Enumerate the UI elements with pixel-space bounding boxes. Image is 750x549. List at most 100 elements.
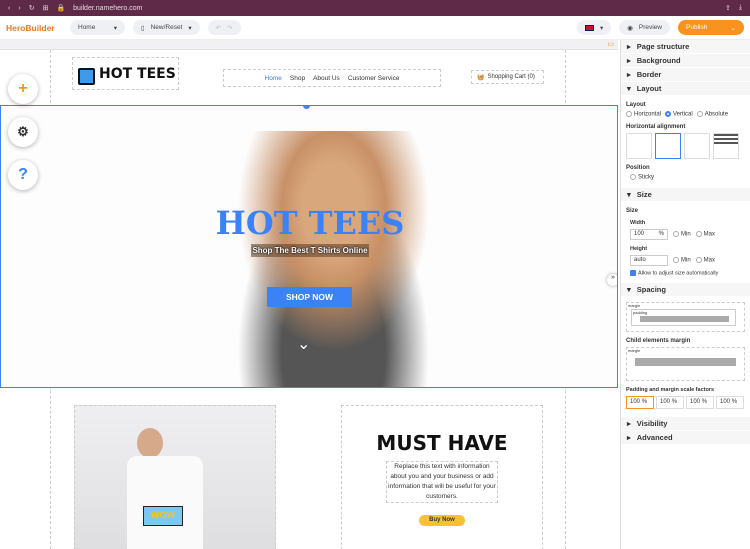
chevron-down-icon: ▾ bbox=[113, 24, 117, 32]
resize-handle[interactable] bbox=[303, 106, 310, 109]
url[interactable]: builder.namehero.com bbox=[73, 5, 142, 12]
section-spacing[interactable]: ▾ Spacing bbox=[621, 282, 750, 297]
download-icon[interactable]: ⤓ bbox=[739, 4, 742, 12]
halign-stretch[interactable] bbox=[713, 132, 739, 159]
share-icon[interactable]: ⇪ bbox=[725, 4, 731, 12]
position-label: Position bbox=[626, 164, 650, 171]
height-min[interactable]: Min bbox=[673, 257, 691, 264]
model-head bbox=[137, 428, 163, 458]
scale-tablet[interactable]: 100 % bbox=[686, 395, 714, 409]
settings-button[interactable]: ⚙ bbox=[8, 117, 38, 147]
section-background[interactable]: ▸ Background bbox=[621, 54, 750, 68]
halign-left[interactable] bbox=[626, 132, 652, 159]
section-label: Advanced bbox=[636, 432, 673, 442]
publish-label: Publish bbox=[686, 24, 708, 31]
section-page-structure[interactable]: ▸ Page structure bbox=[621, 40, 750, 54]
width-input[interactable]: 100% bbox=[630, 229, 668, 241]
feature-box: MUST HAVE Replace this text with informa… bbox=[341, 405, 543, 549]
page-canvas[interactable]: HOT TEES Home Shop About Us Customer Ser… bbox=[0, 50, 618, 549]
publish-button[interactable]: Publish ⌄ bbox=[678, 20, 744, 35]
question-icon: ? bbox=[18, 166, 28, 183]
hero-title: HOT TEES bbox=[215, 204, 405, 242]
child-margin-box[interactable]: margin bbox=[626, 346, 745, 381]
section-visibility[interactable]: ▸ Visibility bbox=[621, 416, 750, 431]
undo-icon[interactable]: ↶ bbox=[216, 24, 221, 32]
auto-adjust-checkbox[interactable]: Allow to adjust size automatically bbox=[621, 270, 750, 277]
properties-panel: ▸ Page structure ▸ Background ▸ Border ▾… bbox=[620, 40, 750, 549]
new-reset-label: New/Reset bbox=[150, 24, 183, 31]
page-select-value: Home bbox=[78, 24, 96, 31]
preview-button[interactable]: ◉ Preview bbox=[619, 20, 670, 35]
back-icon[interactable]: ‹ bbox=[8, 5, 10, 12]
language-select[interactable]: ▾ bbox=[576, 20, 612, 35]
undo-redo[interactable]: ↶ ↷ bbox=[207, 20, 241, 35]
section-label: Spacing bbox=[636, 284, 666, 294]
eye-icon: ◉ bbox=[627, 24, 633, 32]
size-label: Size bbox=[626, 208, 639, 215]
browser-bar: ‹ › ↻ ⊞ 🔒 builder.namehero.com ⇪ ⤓ bbox=[0, 0, 750, 16]
height-label: Height bbox=[630, 246, 648, 253]
hero-section[interactable]: HOT TEES Shop The Best T Shirts Online S… bbox=[0, 105, 618, 388]
reload-icon[interactable]: ↻ bbox=[29, 4, 35, 12]
height-input[interactable]: auto bbox=[630, 255, 668, 267]
width-min[interactable]: Min bbox=[673, 231, 691, 238]
gears-icon: ⚙ bbox=[17, 124, 29, 139]
section-advanced[interactable]: ▸ Advanced bbox=[621, 430, 750, 445]
nav-home[interactable]: Home bbox=[265, 75, 282, 82]
section-label: Background bbox=[636, 56, 681, 65]
logo: HeroBuilder bbox=[6, 22, 55, 33]
width-label: Width bbox=[630, 220, 646, 227]
section-label: Layout bbox=[636, 84, 662, 93]
builder-toolbar: HeroBuilder Home ▾ ▯ New/Reset ▾ ↶ ↷ ▾ ◉ Prev… bbox=[0, 16, 750, 40]
hero-photo bbox=[211, 131, 456, 387]
new-reset-button[interactable]: ▯ New/Reset ▾ bbox=[133, 20, 200, 35]
halign-label: Horizontal alignment bbox=[626, 123, 686, 130]
shopping-bag-icon bbox=[78, 67, 95, 85]
site-logo[interactable]: HOT TEES bbox=[72, 57, 179, 90]
page-select[interactable]: Home ▾ bbox=[70, 20, 125, 35]
scale-laptop[interactable]: 100 % bbox=[656, 395, 684, 409]
margin-box[interactable]: margin padding bbox=[626, 301, 745, 332]
forward-icon[interactable]: › bbox=[18, 5, 20, 12]
shopping-cart[interactable]: 🧺 Shopping Cart (0) bbox=[471, 70, 544, 84]
width-max[interactable]: Max bbox=[695, 231, 715, 238]
help-button[interactable]: ? bbox=[8, 160, 38, 190]
redo-icon[interactable]: ↷ bbox=[227, 24, 232, 32]
logo-text: HOT TEES bbox=[99, 65, 176, 82]
padding-box[interactable]: padding bbox=[631, 308, 736, 326]
scale-label: Padding and margin scale factors bbox=[626, 386, 715, 393]
nav-about[interactable]: About Us bbox=[313, 75, 340, 82]
halign-center[interactable] bbox=[655, 132, 681, 159]
feature-text: Replace this text with information about… bbox=[386, 461, 498, 503]
sticky-checkbox[interactable]: Sticky bbox=[621, 173, 750, 180]
scale-desktop[interactable]: 100 % bbox=[626, 395, 654, 409]
site-nav: Home Shop About Us Customer Service bbox=[223, 69, 441, 87]
flag-uk-icon bbox=[584, 24, 594, 31]
section-layout[interactable]: ▾ Layout bbox=[621, 82, 750, 96]
radio-vertical[interactable]: Vertical bbox=[665, 111, 693, 118]
basket-icon: 🧺 bbox=[477, 74, 485, 81]
nav-shop[interactable]: Shop bbox=[290, 75, 305, 82]
add-element-button[interactable]: + bbox=[8, 74, 38, 104]
page-icon: ▯ bbox=[141, 24, 145, 32]
halign-right[interactable] bbox=[684, 132, 710, 159]
section-border[interactable]: ▸ Border bbox=[621, 68, 750, 82]
section-size[interactable]: ▾ Size bbox=[621, 188, 750, 203]
chevron-down-icon[interactable]: ⌄ bbox=[297, 334, 310, 354]
cart-label: Shopping Cart (0) bbox=[487, 74, 535, 80]
chevron-down-icon[interactable]: ⌄ bbox=[731, 24, 736, 32]
shop-now-button[interactable]: SHOP NOW bbox=[267, 287, 352, 307]
wow-badge: WOW bbox=[143, 506, 183, 526]
grid-icon[interactable]: ⊞ bbox=[43, 4, 49, 12]
desktop-icon[interactable]: ▭ bbox=[607, 40, 614, 48]
radio-horizontal[interactable]: Horizontal bbox=[626, 111, 661, 118]
scale-mobile[interactable]: 100 % bbox=[716, 395, 744, 409]
lock-icon: 🔒 bbox=[56, 5, 66, 12]
preview-label: Preview bbox=[638, 24, 662, 31]
buy-now-button[interactable]: Buy Now bbox=[419, 515, 465, 526]
radio-absolute[interactable]: Absolute bbox=[696, 111, 728, 118]
expand-arrows-icon[interactable]: » bbox=[607, 274, 617, 286]
product-image[interactable]: WOW bbox=[74, 405, 276, 549]
height-max[interactable]: Max bbox=[695, 257, 715, 264]
nav-customer-service[interactable]: Customer Service bbox=[348, 75, 400, 82]
